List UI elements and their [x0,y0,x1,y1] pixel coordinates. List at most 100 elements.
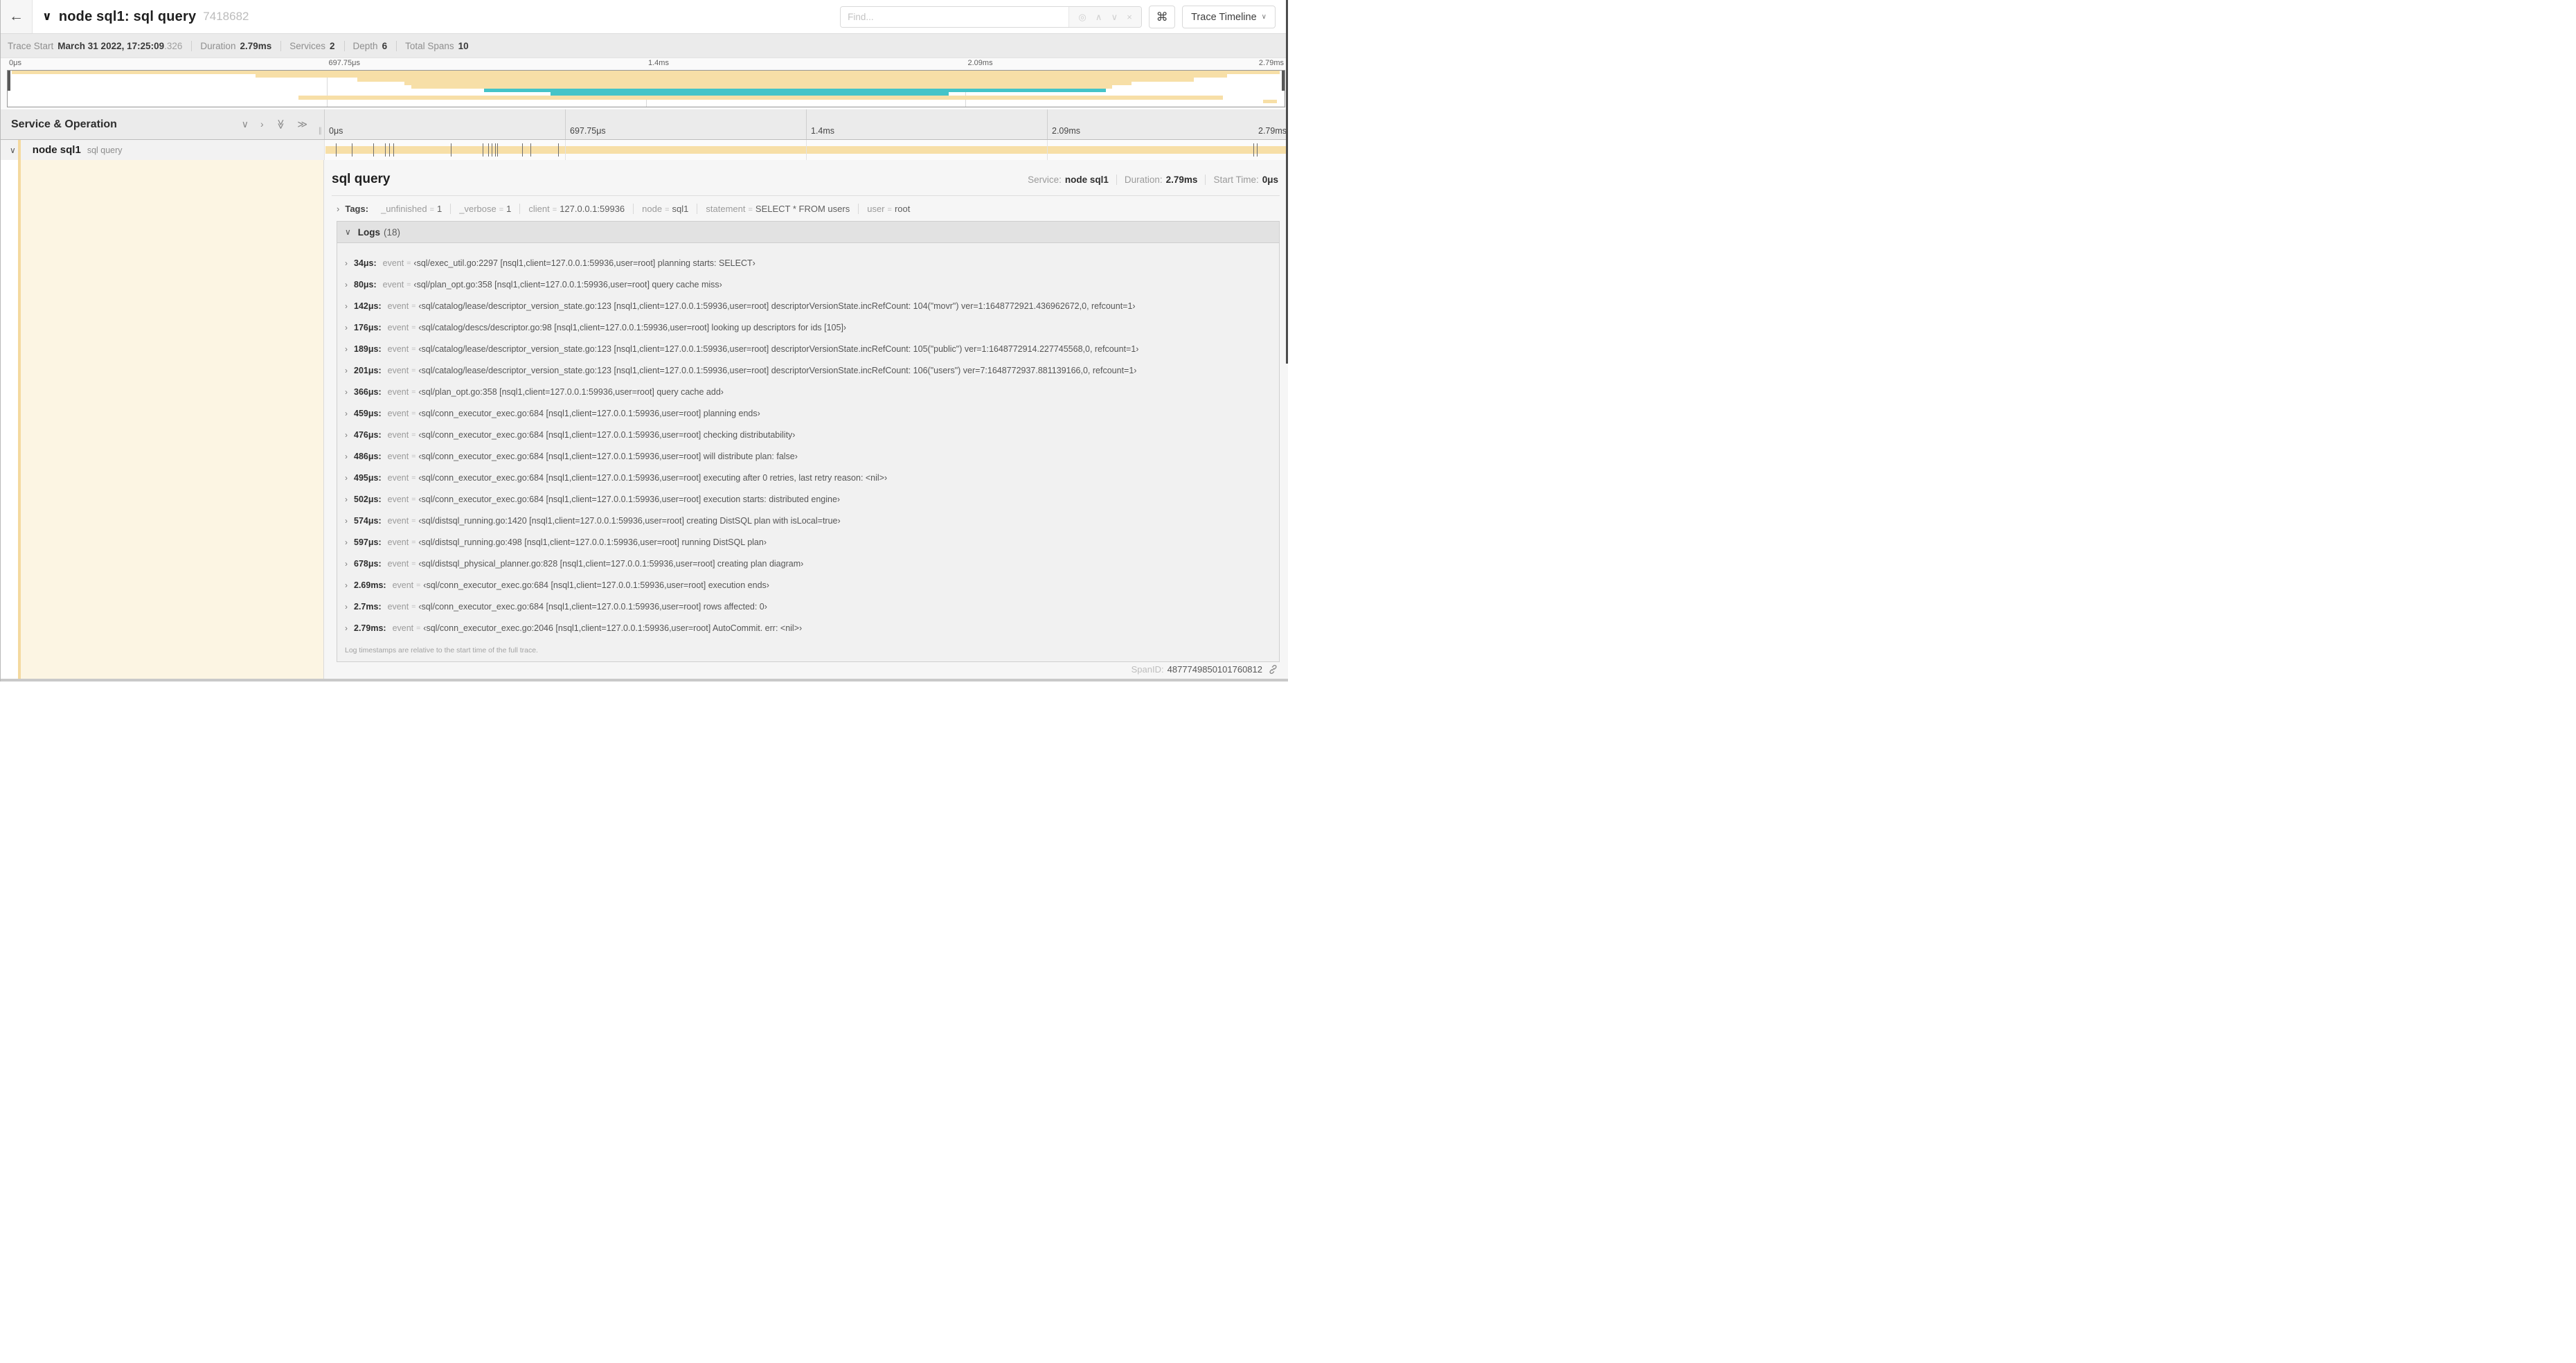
log-row[interactable]: › 597μs: event = ‹sql/distsql_running.go:498… [337,531,1279,553]
span-row-timeline-cell[interactable] [324,140,1288,160]
expand-all-icon[interactable]: ≫ [297,118,307,130]
log-expand-icon[interactable]: › [345,301,348,311]
log-expand-icon[interactable]: › [345,344,348,354]
log-row[interactable]: › 2.69ms: event = ‹sql/conn_executor_exec.go… [337,574,1279,596]
logs-header[interactable]: ∨ Logs (18) [337,222,1279,243]
timeline-tick-label: 2.79ms [1258,59,1284,67]
log-row[interactable]: › 459μs: event = ‹sql/conn_executor_exec.go:… [337,402,1279,424]
summary-label: Duration [200,40,236,51]
span-row: ∨ node sql1 sql query [1,140,1288,160]
logs-title: Logs [357,226,381,238]
log-row[interactable]: › 486μs: event = ‹sql/conn_executor_exec.go:… [337,445,1279,467]
clear-find-icon[interactable]: × [1127,12,1132,22]
tags-expand-icon[interactable]: › [337,204,339,214]
logs-collapse-icon[interactable]: ∨ [345,227,351,237]
log-expand-icon[interactable]: › [345,430,348,440]
log-row[interactable]: › 189μs: event = ‹sql/catalog/lease/descript… [337,338,1279,359]
tag-item[interactable]: _unfinished = 1 [373,204,450,214]
service-operation-title: Service & Operation [11,118,117,130]
log-equals: = [411,473,416,482]
span-duration-bar[interactable] [325,146,1288,154]
collapse-controls: ∨ › ≫ ≫ [242,118,307,130]
link-icon[interactable] [1268,664,1278,675]
log-row[interactable]: › 2.79ms: event = ‹sql/conn_executor_exec.go… [337,617,1279,639]
log-row[interactable]: › 142μs: event = ‹sql/catalog/lease/descript… [337,295,1279,317]
collapse-one-icon[interactable]: ∨ [242,118,249,130]
span-row-name-cell[interactable]: ∨ node sql1 sql query [1,140,324,160]
find-input[interactable] [841,7,1069,27]
log-row[interactable]: › 201μs: event = ‹sql/catalog/lease/descript… [337,359,1279,381]
detail-meta-item: Duration: 2.79ms [1116,175,1206,185]
log-row[interactable]: › 574μs: event = ‹sql/distsql_running.go:142… [337,510,1279,531]
tag-key: statement [706,204,746,214]
tag-item[interactable]: statement = SELECT * FROM users [697,204,858,214]
log-row[interactable]: › 476μs: event = ‹sql/conn_executor_exec.go:… [337,424,1279,445]
span-detail-header: sql query Service: node sql1 Duration: 2.79… [332,172,1280,187]
log-expand-icon[interactable]: › [345,559,348,569]
tag-item[interactable]: client = 127.0.0.1:59936 [519,204,633,214]
prev-match-icon[interactable]: ∧ [1095,12,1102,23]
view-selector-button[interactable]: Trace Timeline ∨ [1182,6,1276,28]
log-field-value: ‹sql/catalog/lease/descriptor_version_st… [418,344,1139,354]
log-row[interactable]: › 176μs: event = ‹sql/catalog/descs/descript… [337,317,1279,338]
log-row[interactable]: › 34μs: event = ‹sql/exec_util.go:2297 [nsql… [337,252,1279,274]
log-row[interactable]: › 2.7ms: event = ‹sql/conn_executor_exec.go:… [337,596,1279,617]
tag-item[interactable]: _verbose = 1 [450,204,519,214]
log-row[interactable]: › 495μs: event = ‹sql/conn_executor_exec.go:… [337,467,1279,488]
log-equals: = [416,623,421,632]
log-expand-icon[interactable]: › [345,473,348,483]
log-expand-icon[interactable]: › [345,452,348,461]
summary-label: Trace Start [8,40,54,51]
trace-collapse-icon[interactable]: ∨ [42,10,52,24]
tag-equals: = [499,206,504,214]
tags-row[interactable]: › Tags: _unfinished = 1 _verbose = 1 client = 12… [337,204,1280,214]
vertical-scrollbar[interactable] [1286,0,1288,364]
tag-item[interactable]: user = root [858,204,918,214]
back-arrow-icon: ← [9,8,24,24]
log-expand-icon[interactable]: › [345,580,348,590]
minimap-left-handle[interactable] [8,71,10,91]
tag-item[interactable]: node = sql1 [633,204,697,214]
log-equals: = [411,452,416,461]
collapse-all-icon[interactable]: ≫ [275,119,287,130]
column-resize-grip[interactable]: ∥ [319,126,323,135]
tags-label: Tags: [345,204,369,214]
log-row[interactable]: › 366μs: event = ‹sql/plan_opt.go:358 [nsql1… [337,381,1279,402]
minimap-canvas[interactable] [7,70,1285,107]
log-row[interactable]: › 502μs: event = ‹sql/conn_executor_exec.go:… [337,488,1279,510]
log-expand-icon[interactable]: › [345,258,348,268]
timeline-tick-label: 0μs [9,59,21,67]
trace-title-group: ∨ node sql1: sql query 7418682 [42,0,249,33]
span-collapse-icon[interactable]: ∨ [10,145,16,155]
expand-one-icon[interactable]: › [260,118,264,130]
timeline-gridline [1047,109,1048,139]
chevron-down-icon: ∨ [1261,13,1267,21]
log-timestamp: 459μs: [354,408,382,418]
log-row[interactable]: › 678μs: event = ‹sql/distsql_physical_plann… [337,553,1279,574]
locate-icon[interactable]: ◎ [1078,12,1086,23]
log-timestamp: 80μs: [354,279,377,289]
log-row[interactable]: › 80μs: event = ‹sql/plan_opt.go:358 [nsql1,… [337,274,1279,295]
log-expand-icon[interactable]: › [345,409,348,418]
next-match-icon[interactable]: ∨ [1111,12,1118,23]
log-marker-tick [393,143,395,157]
log-expand-icon[interactable]: › [345,495,348,504]
log-expand-icon[interactable]: › [345,623,348,633]
log-equals: = [406,280,411,289]
log-expand-icon[interactable]: › [345,366,348,375]
log-expand-icon[interactable]: › [345,323,348,332]
minimap-span-bar [1262,99,1277,103]
log-expand-icon[interactable]: › [345,387,348,397]
back-button[interactable]: ← [1,0,33,33]
summary-value: 10 [458,40,469,51]
keyboard-shortcuts-button[interactable]: ⌘ [1149,6,1176,28]
log-expand-icon[interactable]: › [345,280,348,289]
header-controls: ◎ ∧ ∨ × ⌘ Trace Timeline ∨ [840,6,1276,28]
tag-key: _verbose [459,204,497,214]
log-field-key: event [387,408,409,418]
log-expand-icon[interactable]: › [345,602,348,612]
log-expand-icon[interactable]: › [345,516,348,526]
minimap-right-handle[interactable] [1282,71,1285,91]
log-expand-icon[interactable]: › [345,537,348,547]
logs-list: › 34μs: event = ‹sql/exec_util.go:2297 [nsql… [337,243,1279,640]
